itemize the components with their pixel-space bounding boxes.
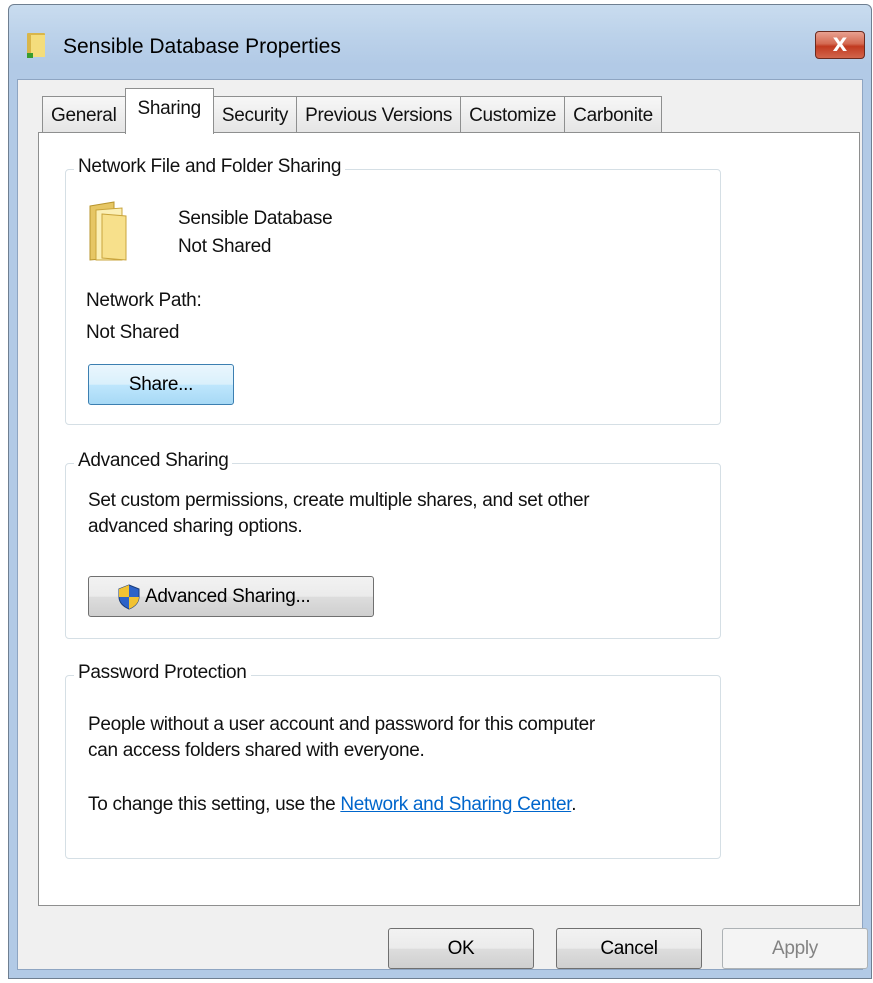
close-button[interactable]: X bbox=[815, 31, 865, 59]
uac-shield-icon bbox=[117, 583, 141, 610]
title-bar[interactable]: Sensible Database Properties X bbox=[9, 5, 871, 79]
password-protection-group-title: Password Protection bbox=[74, 662, 251, 684]
change-setting-prefix: To change this setting, use the bbox=[88, 794, 341, 815]
tab-security[interactable]: Security bbox=[212, 96, 298, 134]
apply-button[interactable]: Apply bbox=[722, 928, 868, 969]
password-protection-group: Password Protection People without a use… bbox=[65, 662, 721, 859]
tab-customize[interactable]: Customize bbox=[460, 96, 566, 134]
close-icon: X bbox=[832, 34, 848, 56]
change-setting-suffix: . bbox=[571, 794, 577, 815]
network-path-label: Network Path: bbox=[86, 290, 202, 311]
window-title: Sensible Database Properties bbox=[63, 35, 341, 58]
password-protection-description: People without a user account and passwo… bbox=[88, 714, 595, 735]
share-button[interactable]: Share... bbox=[88, 364, 234, 405]
network-path-value: Not Shared bbox=[86, 322, 180, 343]
advanced-sharing-button[interactable]: Advanced Sharing... bbox=[88, 576, 374, 617]
folder-icon bbox=[25, 31, 53, 59]
network-sharing-group: Network File and Folder Sharing Sensible… bbox=[65, 156, 721, 425]
tab-sharing[interactable]: Sharing bbox=[124, 88, 214, 134]
dialog-client-area: General Sharing Security Previous Versio… bbox=[17, 79, 868, 970]
sharing-tab-panel: Network File and Folder Sharing Sensible… bbox=[38, 132, 860, 906]
password-protection-description-cont: can access folders shared with everyone. bbox=[88, 740, 425, 761]
advanced-sharing-description: Set custom permissions, create multiple … bbox=[88, 490, 590, 511]
network-sharing-center-link[interactable]: Network and Sharing Center bbox=[340, 794, 571, 815]
tab-strip: General Sharing Security Previous Versio… bbox=[42, 88, 662, 134]
change-setting-text: To change this setting, use the Network … bbox=[88, 794, 577, 816]
network-sharing-group-title: Network File and Folder Sharing bbox=[74, 156, 346, 178]
properties-dialog: Sensible Database Properties X General S… bbox=[8, 4, 872, 979]
tab-general[interactable]: General bbox=[42, 96, 126, 134]
cancel-button[interactable]: Cancel bbox=[556, 928, 702, 969]
folder-name: Sensible Database bbox=[178, 208, 333, 229]
advanced-sharing-description-cont: advanced sharing options. bbox=[88, 516, 303, 537]
folder-share-status: Not Shared bbox=[178, 236, 272, 257]
folder-icon bbox=[86, 200, 128, 262]
advanced-sharing-group-title: Advanced Sharing bbox=[74, 450, 233, 472]
advanced-sharing-button-label: Advanced Sharing... bbox=[145, 585, 311, 607]
ok-button[interactable]: OK bbox=[388, 928, 534, 969]
tab-previous-versions[interactable]: Previous Versions bbox=[296, 96, 462, 134]
tab-carbonite[interactable]: Carbonite bbox=[564, 96, 662, 134]
advanced-sharing-group: Advanced Sharing Set custom permissions,… bbox=[65, 450, 721, 639]
